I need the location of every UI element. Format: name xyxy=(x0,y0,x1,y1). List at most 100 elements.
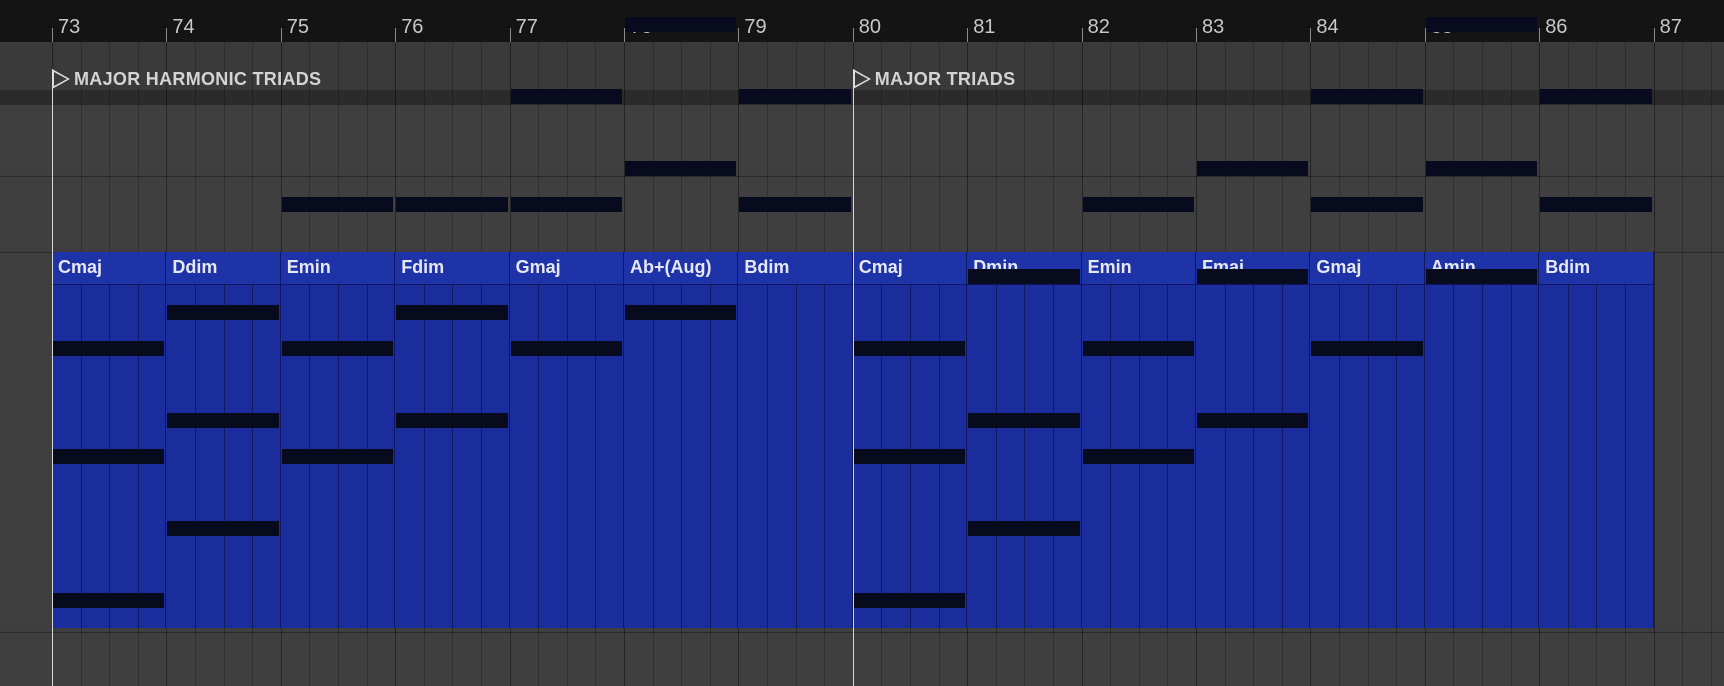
midi-note[interactable] xyxy=(53,449,165,464)
midi-note[interactable] xyxy=(1082,197,1194,212)
clip-header[interactable]: Gmaj xyxy=(1310,252,1424,285)
bar-tick xyxy=(395,28,397,42)
midi-note[interactable] xyxy=(968,521,1080,536)
bar-tick xyxy=(852,28,854,42)
midi-clip[interactable]: Ddim xyxy=(166,252,281,628)
clip-name: Cmaj xyxy=(858,257,903,277)
midi-note[interactable] xyxy=(396,305,508,320)
clip-header[interactable]: Fdim xyxy=(395,252,509,285)
midi-note[interactable] xyxy=(167,521,279,536)
midi-clip[interactable]: Amin xyxy=(1424,17,1540,628)
midi-note[interactable] xyxy=(53,593,165,608)
midi-note[interactable] xyxy=(853,341,966,356)
midi-clip[interactable]: Cmaj xyxy=(52,252,167,628)
midi-note[interactable] xyxy=(1311,197,1423,212)
beat-line xyxy=(1281,284,1283,628)
locator-line xyxy=(52,69,53,686)
midi-note[interactable] xyxy=(968,413,1080,428)
clip-header[interactable]: Bdim xyxy=(738,252,852,285)
midi-clip[interactable]: Gmaj xyxy=(1310,89,1425,628)
clip-name: Emin xyxy=(1087,257,1132,277)
midi-note[interactable] xyxy=(281,449,394,464)
midi-note[interactable] xyxy=(853,449,966,464)
gridline xyxy=(1682,42,1684,686)
gridline xyxy=(1710,42,1712,686)
beat-line xyxy=(824,284,826,628)
midi-clip[interactable]: Dmin xyxy=(967,252,1082,628)
clip-header[interactable]: Cmaj xyxy=(52,252,166,285)
midi-note[interactable] xyxy=(1425,269,1538,284)
midi-note[interactable] xyxy=(1311,89,1423,104)
midi-clip[interactable]: Ab+(Aug) xyxy=(624,17,739,628)
locator-label[interactable]: MAJOR TRIADS xyxy=(875,69,1016,90)
midi-note[interactable] xyxy=(396,413,508,428)
track-lane-3[interactable] xyxy=(0,632,1724,686)
beat-line xyxy=(423,284,425,628)
bar-tick xyxy=(52,28,53,42)
midi-note[interactable] xyxy=(281,197,394,212)
locator-flag-icon[interactable] xyxy=(52,69,70,89)
midi-note[interactable] xyxy=(396,197,508,212)
midi-note[interactable] xyxy=(281,341,394,356)
clip-name: Fdim xyxy=(401,257,445,277)
clip-header[interactable]: Emin xyxy=(280,252,395,285)
bar-number: 86 xyxy=(1545,16,1568,38)
beat-line xyxy=(252,284,254,628)
midi-note[interactable] xyxy=(1425,161,1538,176)
locator-flag-icon[interactable] xyxy=(852,69,871,89)
midi-note[interactable] xyxy=(625,161,737,176)
bar-tick xyxy=(280,28,282,42)
midi-clip[interactable]: Bdim xyxy=(1539,89,1654,628)
midi-note[interactable] xyxy=(510,197,622,212)
clip-name: Gmaj xyxy=(515,257,561,277)
midi-clip[interactable]: Cmaj xyxy=(852,252,968,628)
midi-note[interactable] xyxy=(1082,449,1194,464)
beat-line xyxy=(1367,284,1369,628)
midi-note[interactable] xyxy=(1197,269,1309,284)
beat-line xyxy=(223,284,225,628)
clip-name: Bdim xyxy=(1545,257,1591,277)
midi-clip[interactable]: Fmaj xyxy=(1196,161,1311,628)
clip-name: Gmaj xyxy=(1316,257,1362,277)
midi-note[interactable] xyxy=(1425,17,1538,32)
midi-note[interactable] xyxy=(1540,197,1652,212)
clip-header[interactable]: Ddim xyxy=(166,252,280,285)
midi-clip[interactable]: Gmaj xyxy=(509,89,624,628)
clip-header[interactable]: Bdim xyxy=(1539,252,1653,285)
midi-clip[interactable]: Emin xyxy=(280,197,396,628)
midi-clip[interactable]: Bdim xyxy=(738,89,853,628)
beat-line xyxy=(1624,284,1626,628)
clip-header[interactable]: Gmaj xyxy=(509,252,623,285)
midi-note[interactable] xyxy=(625,305,737,320)
midi-note[interactable] xyxy=(1311,341,1423,356)
clip-header[interactable]: Cmaj xyxy=(852,252,967,285)
midi-note[interactable] xyxy=(53,341,165,356)
arrangement-view: 737475767778798081828384858687 CmajDdimE… xyxy=(0,0,1724,686)
midi-note[interactable] xyxy=(167,305,279,320)
clip-name: Emin xyxy=(286,257,331,277)
clip-header[interactable]: Ab+(Aug) xyxy=(624,252,738,285)
midi-clip[interactable]: Emin xyxy=(1081,197,1196,628)
midi-note[interactable] xyxy=(510,341,622,356)
beat-line xyxy=(1510,284,1512,628)
bar-number: 80 xyxy=(858,16,882,38)
midi-note[interactable] xyxy=(167,413,279,428)
track-lane-2[interactable] xyxy=(0,176,1724,251)
locator-label[interactable]: MAJOR HARMONIC TRIADS xyxy=(74,69,321,90)
midi-note[interactable] xyxy=(1197,161,1309,176)
beat-line xyxy=(652,284,654,628)
midi-clip[interactable]: Fdim xyxy=(395,197,510,628)
bar-number: 76 xyxy=(401,16,424,38)
midi-note[interactable] xyxy=(1082,341,1194,356)
midi-note[interactable] xyxy=(1540,89,1652,104)
midi-note[interactable] xyxy=(739,197,851,212)
beat-line xyxy=(1453,284,1455,628)
midi-note[interactable] xyxy=(853,593,966,608)
midi-note[interactable] xyxy=(739,89,851,104)
midi-note[interactable] xyxy=(968,269,1080,284)
clip-header[interactable]: Emin xyxy=(1081,252,1195,285)
midi-note[interactable] xyxy=(1197,413,1309,428)
midi-note[interactable] xyxy=(625,17,737,32)
beat-line xyxy=(1024,284,1026,628)
midi-note[interactable] xyxy=(510,89,622,104)
